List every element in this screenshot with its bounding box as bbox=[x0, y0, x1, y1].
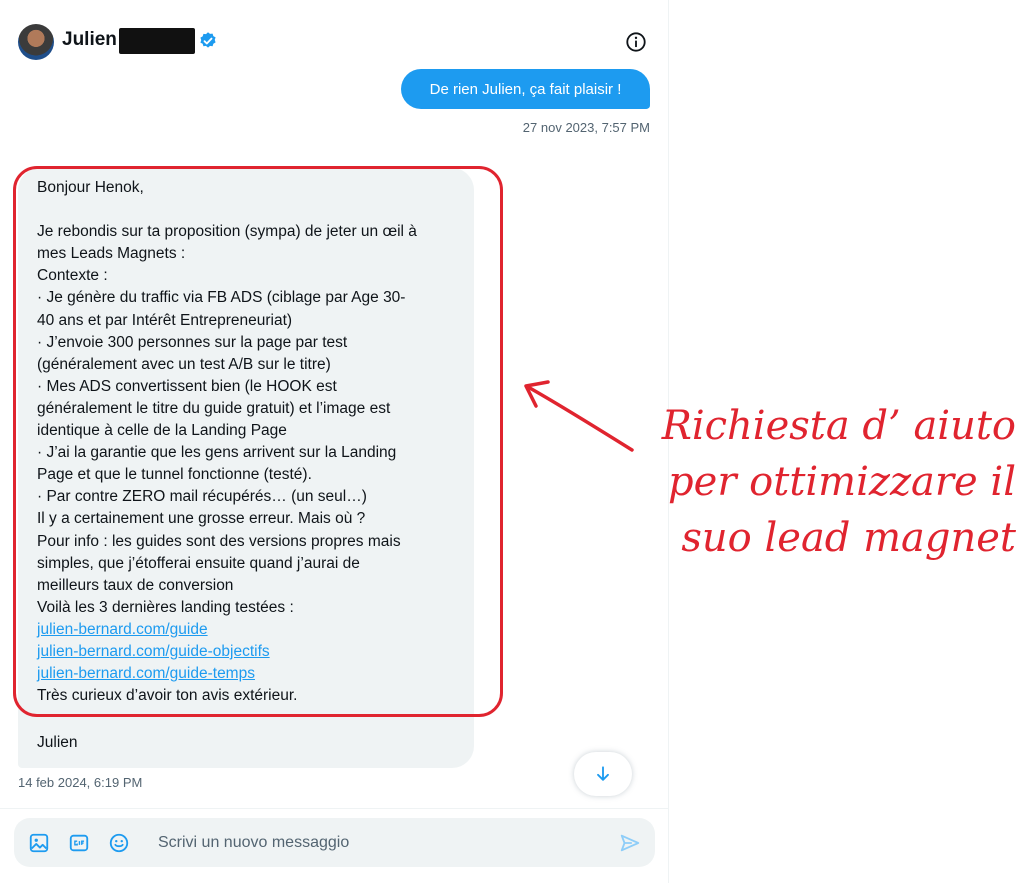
send-icon[interactable] bbox=[619, 832, 641, 854]
gif-icon[interactable] bbox=[68, 832, 90, 854]
conversation-user-name[interactable]: Julien bbox=[62, 29, 117, 51]
arrow-down-icon bbox=[597, 766, 609, 781]
message-composer bbox=[14, 818, 655, 867]
scroll-to-bottom-button[interactable] bbox=[574, 752, 632, 796]
annotation-line: suo lead magnet bbox=[681, 515, 1016, 561]
annotation-text: Richiesta d’ aiuto per ottimizzare il su… bbox=[616, 398, 1016, 566]
emoji-icon[interactable] bbox=[108, 832, 130, 854]
info-icon[interactable] bbox=[625, 31, 647, 53]
annotation-line: Richiesta d’ aiuto bbox=[661, 403, 1016, 449]
outgoing-message-bubble[interactable]: De rien Julien, ça fait plaisir ! bbox=[401, 69, 650, 109]
image-icon[interactable] bbox=[28, 832, 50, 854]
incoming-message-timestamp: 14 feb 2024, 6:19 PM bbox=[18, 775, 143, 790]
message-signature: Julien bbox=[37, 734, 78, 751]
annotation-line: per ottimizzare il bbox=[668, 459, 1016, 505]
outgoing-message-text: De rien Julien, ça fait plaisir ! bbox=[429, 80, 622, 98]
outgoing-message-timestamp: 27 nov 2023, 7:57 PM bbox=[522, 120, 650, 135]
redacted-surname bbox=[119, 28, 195, 54]
message-input[interactable] bbox=[156, 828, 600, 858]
avatar[interactable] bbox=[18, 24, 54, 60]
annotation-highlight-box bbox=[13, 166, 503, 717]
verified-badge-icon bbox=[200, 32, 216, 48]
composer-divider bbox=[0, 808, 668, 809]
